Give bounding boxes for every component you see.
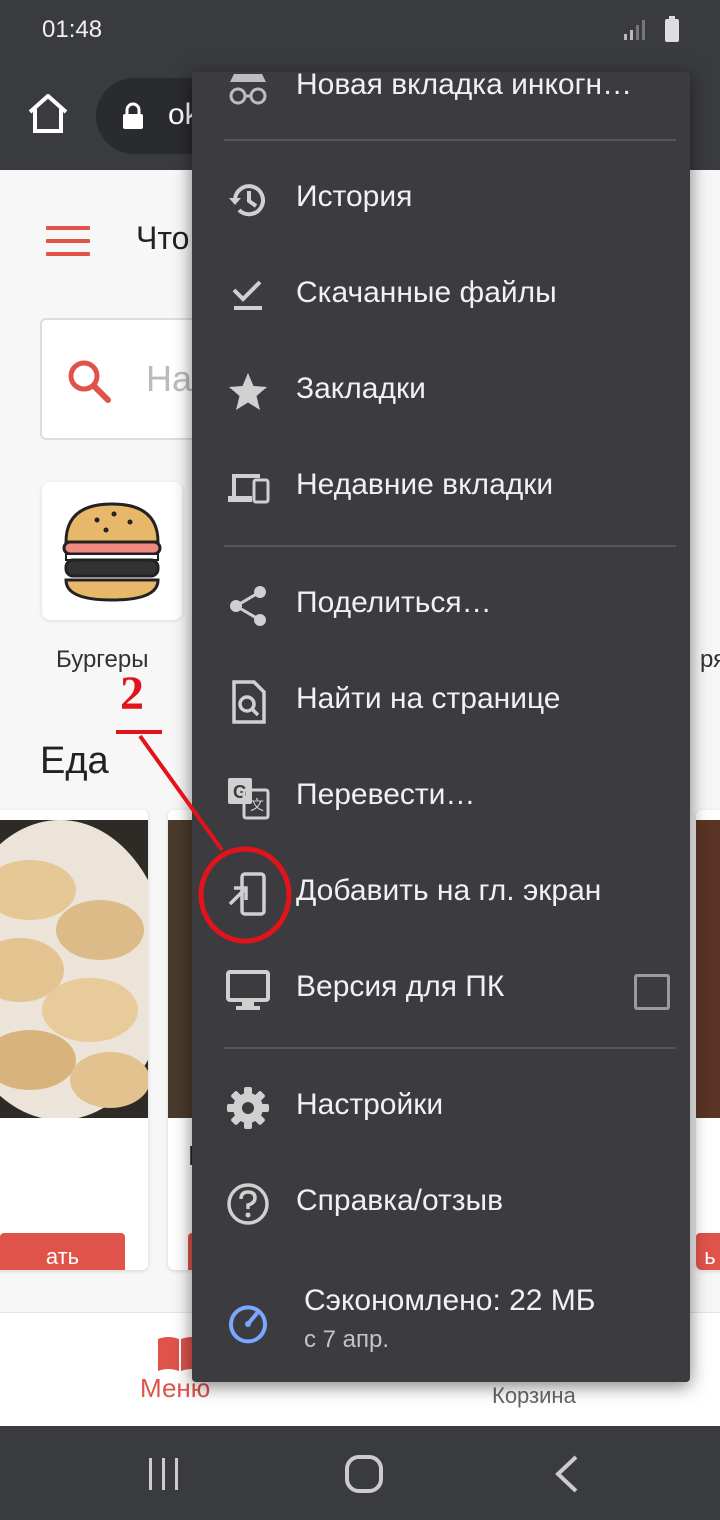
menu-item-label: Закладки (296, 372, 426, 405)
menu-item-recent-tabs[interactable]: Недавние вкладки (192, 440, 690, 536)
dumplings-image (0, 820, 148, 1118)
gear-icon (227, 1087, 269, 1129)
menu-item-settings[interactable]: Настройки (192, 1060, 690, 1156)
recent-apps-icon[interactable] (146, 1456, 182, 1492)
menu-item-add-to-home-screen[interactable]: Добавить на гл. экран (192, 846, 690, 942)
category-card-burgers[interactable] (42, 482, 182, 620)
translate-icon: G 文 (228, 778, 270, 820)
food-card[interactable]: ь (696, 810, 720, 1270)
help-icon (227, 1183, 269, 1225)
hamburger-menu-icon[interactable] (46, 226, 90, 256)
menu-item-label: Версия для ПК (296, 970, 505, 1003)
find-page-icon (232, 680, 266, 724)
system-navigation-bar (0, 1426, 720, 1520)
nav-cart-label[interactable]: Корзина (492, 1383, 576, 1409)
browser-overflow-menu: Новая вкладка инкогн… История Скачанные … (192, 72, 690, 1382)
menu-item-label: Поделиться… (296, 586, 492, 619)
menu-item-translate[interactable]: G 文 Перевести… (192, 750, 690, 846)
menu-item-label: Скачанные файлы (296, 276, 557, 309)
menu-item-label: Настройки (296, 1088, 444, 1121)
menu-divider (224, 139, 676, 141)
menu-divider (224, 1047, 676, 1049)
menu-item-bookmarks[interactable]: Закладки (192, 344, 690, 440)
menu-divider (224, 545, 676, 547)
back-nav-icon[interactable] (552, 1454, 580, 1494)
menu-item-label: Добавить на гл. экран (296, 874, 602, 907)
menu-item-downloads[interactable]: Скачанные файлы (192, 248, 690, 344)
history-icon (229, 184, 265, 217)
home-nav-icon[interactable] (344, 1454, 384, 1494)
menu-item-label: Новая вкладка инкогн… (296, 72, 633, 101)
order-button[interactable]: ать (0, 1233, 125, 1270)
data-saver-summary[interactable]: Сэкономлено: 22 МБ с 7 апр. (192, 1272, 690, 1372)
download-check-icon (232, 280, 262, 310)
section-title: Еда (40, 740, 109, 782)
share-icon (230, 586, 266, 626)
annotation-step-number: 2 (120, 667, 144, 720)
clock: 01:48 (42, 16, 103, 43)
category-label-clipped: ря (700, 646, 720, 673)
battery-icon (665, 16, 679, 42)
menu-item-label: Перевести… (296, 778, 476, 811)
desktop-version-checkbox[interactable] (634, 974, 670, 1010)
data-saver-title: Сэкономлено: 22 МБ (304, 1284, 596, 1317)
incognito-icon (229, 74, 267, 105)
data-saver-gauge-icon (229, 1305, 267, 1344)
menu-item-label: История (296, 180, 413, 213)
menu-item-label: Справка/отзыв (296, 1184, 504, 1217)
signal-icon (624, 20, 645, 40)
menu-item-desktop-version[interactable]: Версия для ПК (192, 942, 690, 1038)
order-button[interactable]: ь (696, 1233, 720, 1270)
status-bar: 01:48 (0, 0, 720, 60)
page-title: Что (136, 220, 190, 256)
lock-icon (123, 102, 143, 129)
search-icon (68, 360, 111, 403)
star-icon (229, 373, 267, 410)
menu-item-history[interactable]: История (192, 152, 690, 248)
add-to-home-icon (228, 872, 266, 916)
menu-item-find-in-page[interactable]: Найти на странице (192, 654, 690, 750)
burger-icon (62, 502, 162, 602)
menu-item-share[interactable]: Поделиться… (192, 558, 690, 654)
svg-text:文: 文 (250, 798, 264, 814)
data-saver-subtitle: с 7 апр. (304, 1326, 390, 1353)
menu-item-help-feedback[interactable]: Справка/отзыв (192, 1156, 690, 1252)
food-card[interactable]: ать (0, 810, 148, 1270)
menu-item-label: Недавние вкладки (296, 468, 554, 501)
kebab-image (696, 820, 720, 1118)
menu-item-incognito[interactable]: Новая вкладка инкогн… (192, 72, 690, 136)
devices-icon (228, 474, 270, 504)
menu-item-label: Найти на странице (296, 682, 561, 715)
desktop-icon (226, 970, 270, 1010)
home-icon[interactable] (24, 90, 72, 138)
search-placeholder: На (146, 358, 193, 399)
